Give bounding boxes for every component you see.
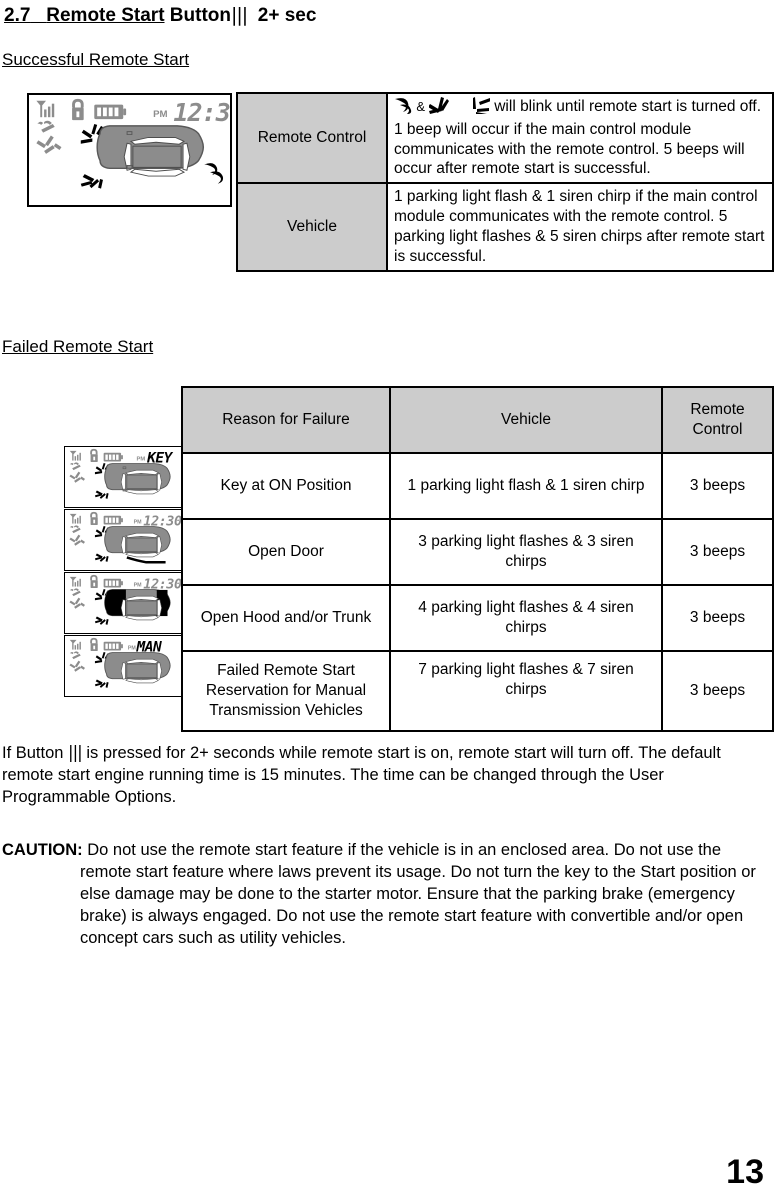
section-title: Remote Start xyxy=(46,5,165,26)
cell-reason-open-hood: Open Hood and/or Trunk xyxy=(181,584,391,652)
car-top-view xyxy=(96,125,205,177)
button-bars-icon-inline: ||| xyxy=(68,743,83,762)
open-door-indicator xyxy=(126,556,166,564)
subhead-successful-remote-start: Successful Remote Start xyxy=(2,50,190,69)
button-note-post: is pressed for 2+ seconds while remote s… xyxy=(2,744,721,806)
row-text-remote-control: & will blink until remote start is turne… xyxy=(386,91,774,185)
row-text-vehicle: 1 parking light flash & 1 siren chirp if… xyxy=(386,182,774,272)
svg-text:PM: PM xyxy=(137,457,146,463)
parking-light-flash-rear-icon xyxy=(80,174,103,189)
remote-lcd-display-key: PM KEY xyxy=(64,446,182,508)
svg-text:PM: PM xyxy=(128,646,137,652)
table-row: Open Door 3 parking light flashes & 3 si… xyxy=(181,518,774,586)
battery-icon xyxy=(94,104,127,120)
heading-button-word: Button xyxy=(169,5,231,26)
lcd-time: 12:30 xyxy=(173,98,230,127)
row-label-vehicle: Vehicle xyxy=(236,182,388,272)
table-row: Remote Control & will blink until remote… xyxy=(236,91,774,185)
cell-reason-key-on: Key at ON Position xyxy=(181,452,391,520)
table-header-row: Reason for Failure Vehicle Remote Contro… xyxy=(181,386,774,454)
antenna-signal-icon xyxy=(36,100,55,118)
lcd-meridiem: PM xyxy=(153,109,167,120)
table-row: Open Hood and/or Trunk 4 parking light f… xyxy=(181,584,774,652)
cell-remote-open-hood: 3 beeps xyxy=(661,584,774,652)
cell-remote-open-door: 3 beeps xyxy=(661,518,774,586)
svg-text:PM: PM xyxy=(134,583,143,589)
svg-text:PM: PM xyxy=(134,520,143,526)
subhead-failed-remote-start: Failed Remote Start xyxy=(2,337,154,356)
cell-vehicle-failed-reservation: 7 parking light flashes & 7 siren chirps xyxy=(389,650,663,732)
table-row: Vehicle 1 parking light flash & 1 siren … xyxy=(236,182,774,272)
header-reason-for-failure: Reason for Failure xyxy=(181,386,391,454)
cell-remote-failed-reservation: 3 beeps xyxy=(661,650,774,732)
button-bars-icon: ||| xyxy=(231,4,248,26)
paragraph-caution: CAUTION: Do not use the remote start fea… xyxy=(2,840,774,950)
cell-reason-open-door: Open Door xyxy=(181,518,391,586)
page-number: 13 xyxy=(726,1153,764,1191)
remote-lcd-display-open-hood-trunk: PM 12:30 xyxy=(64,572,182,634)
ampersand-text: & xyxy=(416,99,425,114)
cell-reason-failed-reservation: Failed Remote Start Reservation for Manu… xyxy=(181,650,391,732)
exhaust-smoke-icon xyxy=(204,163,224,184)
blinking-light-icon-2 xyxy=(470,97,491,120)
cell-remote-key-on: 3 beeps xyxy=(661,452,774,520)
failed-remote-start-table: Reason for Failure Vehicle Remote Contro… xyxy=(181,386,774,732)
successful-remote-start-table: Remote Control & will blink until remote… xyxy=(236,91,774,272)
blinking-light-icon xyxy=(428,97,450,120)
remote-lcd-display-open-door: PM 12:30 xyxy=(64,509,182,571)
page-title: 2.7 Remote Start Button||| 2+ sec xyxy=(4,4,316,27)
paragraph-button-note: If Button ||| is pressed for 2+ seconds … xyxy=(2,742,772,809)
heading-duration: 2+ sec xyxy=(257,5,317,26)
cell-vehicle-open-hood: 4 parking light flashes & 4 siren chirps xyxy=(389,584,663,652)
cell-vehicle-open-door: 3 parking light flashes & 3 siren chirps xyxy=(389,518,663,586)
row-label-remote-control: Remote Control xyxy=(236,91,388,185)
header-remote-control: Remote Control xyxy=(661,386,774,454)
lock-icon xyxy=(72,98,84,121)
section-number: 2.7 xyxy=(4,5,31,26)
row-text-body: will blink until remote start is turned … xyxy=(394,98,762,178)
light-flash-icon xyxy=(36,135,62,154)
header-vehicle: Vehicle xyxy=(389,386,663,454)
exhaust-smoke-icon xyxy=(394,97,412,120)
caution-label: CAUTION: xyxy=(2,841,83,859)
caution-text: Do not use the remote start feature if t… xyxy=(80,841,756,947)
remote-lcd-display-main: PM 12:30 xyxy=(27,93,232,207)
table-row: Failed Remote Start Reservation for Manu… xyxy=(181,650,774,732)
remote-lcd-display-manual: PM MAN xyxy=(64,635,182,697)
table-row: Key at ON Position 1 parking light flash… xyxy=(181,452,774,520)
cell-vehicle-key-on: 1 parking light flash & 1 siren chirp xyxy=(389,452,663,520)
button-note-pre: If Button xyxy=(2,744,69,762)
siren-icon xyxy=(37,120,55,133)
